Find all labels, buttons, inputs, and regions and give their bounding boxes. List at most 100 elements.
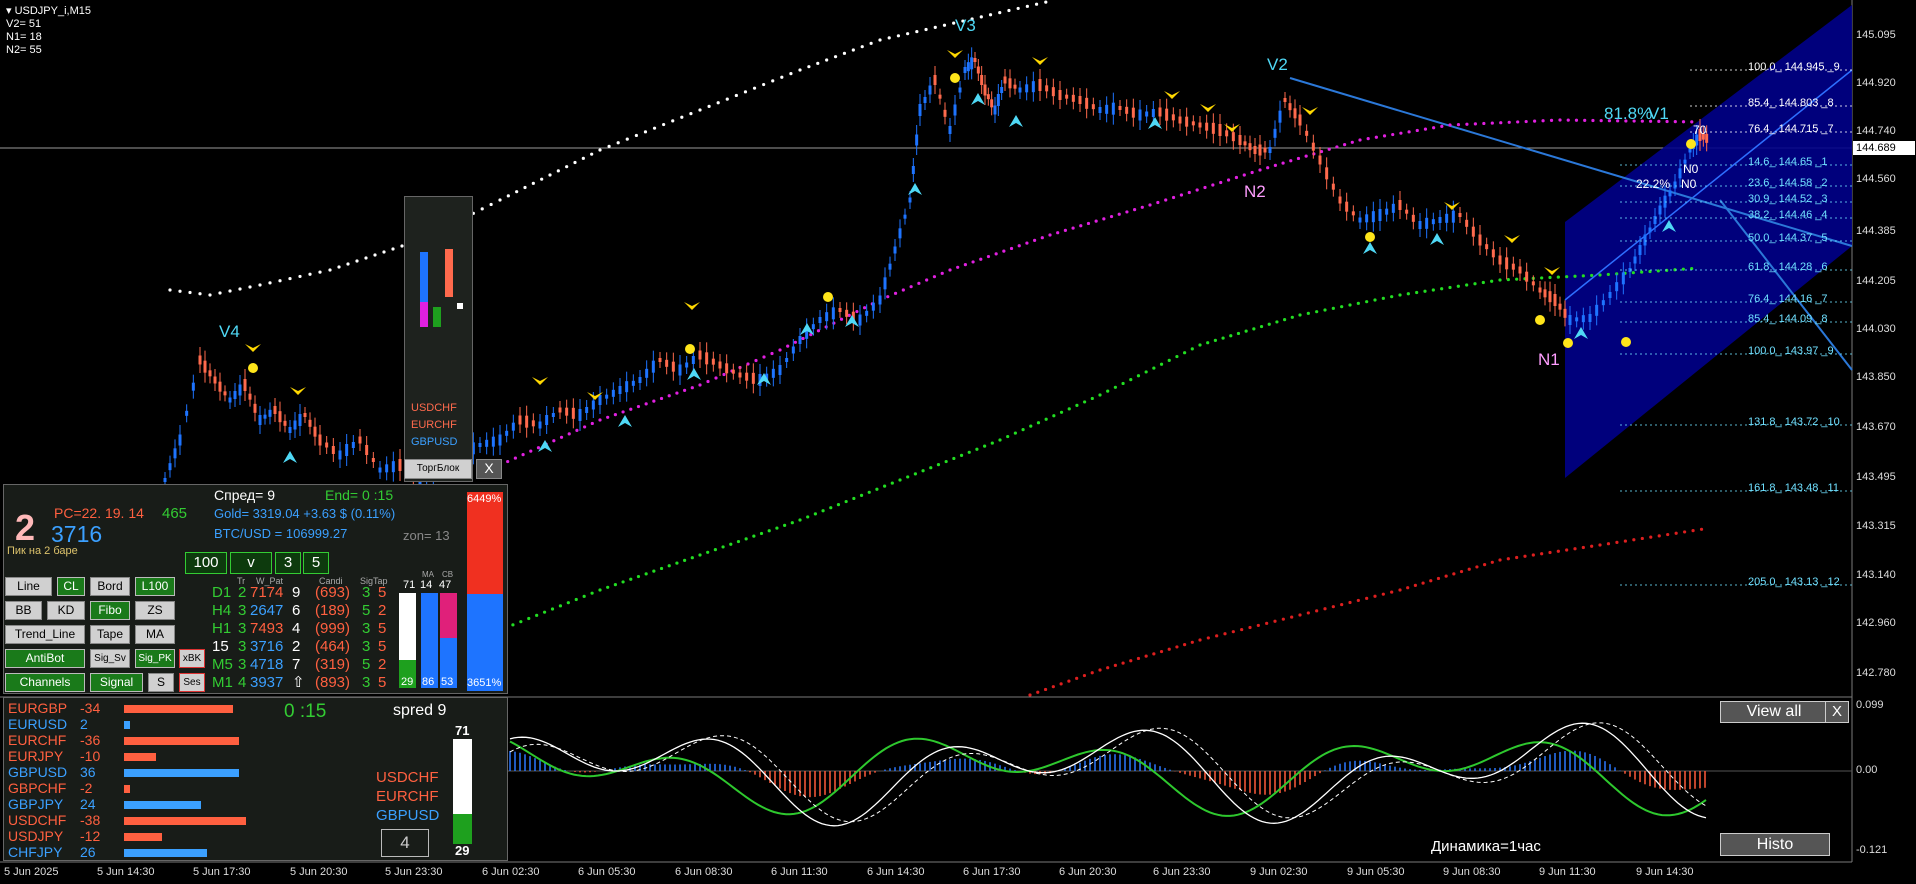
timeframe-cell: (464) [315, 638, 351, 655]
table-bar-white [399, 593, 416, 660]
n0-label-a: N0 [1683, 162, 1699, 176]
fibo-button[interactable]: Fibo [90, 601, 130, 620]
candles [163, 47, 1709, 494]
timeframe-cell: 3 [238, 620, 247, 637]
wave-label-v3: V3 [955, 16, 976, 35]
currency-row: CHFJPY 26 [8, 844, 96, 860]
trend-line-button[interactable]: Trend_Line [5, 625, 85, 644]
oscillator [508, 722, 1852, 827]
sig-pk-button[interactable]: Sig_PK [135, 649, 175, 668]
currency-strength-bar [124, 801, 201, 809]
view-all-button[interactable]: View all [1720, 701, 1828, 723]
tape-button[interactable]: Tape [90, 625, 130, 644]
ma-button[interactable]: MA [135, 625, 175, 644]
currency-symbol: EURJPY [8, 748, 64, 764]
histo-button[interactable]: Histo [1720, 833, 1830, 856]
panel-timer: 0 :15 [284, 701, 327, 722]
currency-value: -10 [80, 748, 101, 764]
bb-button[interactable]: BB [5, 601, 42, 620]
box-5[interactable]: 5 [303, 552, 329, 574]
timeframe-cell: 2 [292, 638, 301, 655]
timeframe-cell: 3 [362, 584, 371, 601]
indicator-close-button[interactable]: X [1825, 701, 1849, 723]
time-tick: 9 Jun 08:30 [1443, 866, 1501, 878]
box-v[interactable]: v [230, 552, 272, 574]
strength-close-button[interactable]: X [476, 459, 502, 479]
bord-button[interactable]: Bord [90, 577, 130, 596]
big-number: 2 [15, 507, 36, 548]
timeframe-cell: 2 [238, 584, 247, 601]
signal-button[interactable]: Signal [90, 673, 143, 692]
timeframe-cell: 3 [238, 638, 247, 655]
currency-strength-bar [124, 833, 163, 841]
box-3[interactable]: 3 [275, 552, 301, 574]
spread-readout: Спред= 9 [214, 487, 275, 503]
kd-button[interactable]: KD [47, 601, 85, 620]
timeframe-cell: 3 [238, 656, 247, 673]
ses-button[interactable]: Ses [179, 673, 205, 692]
antibot-button[interactable]: AntiBot [5, 649, 85, 668]
timeframe-cell: 5 [378, 638, 387, 655]
strength-item-3: GBPUSD [411, 436, 458, 448]
currency-value: -36 [80, 732, 101, 748]
currency-strength-bar [124, 817, 246, 825]
l100-button[interactable]: L100 [135, 577, 175, 596]
pct-818: 81.8% [1604, 104, 1653, 123]
currency-value: -2 [80, 780, 93, 796]
price-tick: 142.780 [1856, 667, 1896, 679]
time-tick: 5 Jun 23:30 [385, 866, 443, 878]
timeframe-cell: 5 [362, 656, 371, 673]
strength-bars [420, 249, 463, 327]
fib-label: 205.0_ 143.13 _12 [1748, 576, 1840, 588]
zs-button[interactable]: ZS [135, 601, 175, 620]
fib-label: 76.4_ 144.16 _7 [1748, 293, 1828, 305]
torgblok-button[interactable]: ТоргБлок [404, 459, 472, 479]
timeframe-cell: (999) [315, 620, 351, 637]
timeframe-cell: 2 [378, 602, 387, 619]
panel-spred: spred 9 [393, 702, 447, 719]
btc-readout: BTC/USD = 106999.27 [214, 526, 348, 541]
table-bar-29: 29 [401, 676, 414, 688]
n2-readout: N2= 55 [6, 44, 42, 56]
currency-symbol: EURGBP [8, 700, 68, 716]
hdr-ma: MA [422, 570, 434, 579]
s-button[interactable]: S [148, 673, 174, 692]
price-readout: 3716 [51, 521, 103, 547]
time-tick: 5 Jun 14:30 [97, 866, 155, 878]
sig-sv-button[interactable]: Sig_Sv [90, 649, 130, 668]
cl-button[interactable]: CL [57, 577, 85, 596]
time-tick: 5 Jun 2025 [4, 866, 59, 878]
fib-label: 85.4_ 144.09 _8 [1748, 313, 1828, 325]
price-tick: 144.740 [1856, 125, 1896, 137]
timeframe-cell: 3 [238, 602, 247, 619]
time-tick: 5 Jun 20:30 [290, 866, 348, 878]
time-tick: 9 Jun 05:30 [1347, 866, 1405, 878]
table-bar-71: 71 [403, 579, 416, 591]
xbk-button[interactable]: xBK [179, 649, 205, 668]
current-price-tag: 144.689 [1853, 141, 1915, 155]
currency-symbol: EURUSD [8, 716, 68, 732]
table-bar-cb-top [440, 593, 457, 638]
timeframe-cell: (189) [315, 602, 351, 619]
line-button[interactable]: Line [5, 577, 52, 596]
timeframe-cell: 3 [362, 674, 371, 691]
currency-row: EURGBP -34 [8, 700, 100, 716]
channels-button[interactable]: Channels [5, 673, 85, 692]
fib-label: 85.4_ 144.803 _8 [1748, 97, 1834, 109]
timeframe-cell: ⇧ [292, 674, 305, 691]
time-tick: 5 Jun 17:30 [193, 866, 251, 878]
panel-bar-71: 71 [455, 723, 470, 738]
timeframe-cell: 5 [378, 584, 387, 601]
box-100[interactable]: 100 [185, 552, 227, 574]
time-tick: 6 Jun 02:30 [482, 866, 540, 878]
seven0-label: 70 [1693, 123, 1707, 137]
price-tick: 144.920 [1856, 77, 1896, 89]
gauge-top-label: 6449% [467, 493, 502, 505]
hdr-cb: CB [442, 570, 454, 579]
currency-strength-bar [124, 753, 156, 761]
gauge-top [467, 492, 503, 594]
timeframe-cell: M1 [212, 674, 233, 691]
currency-symbol: EURCHF [8, 732, 67, 748]
price-tick: 142.960 [1856, 617, 1896, 629]
fib-label: 38.2_ 144.46 _4 [1748, 209, 1828, 221]
